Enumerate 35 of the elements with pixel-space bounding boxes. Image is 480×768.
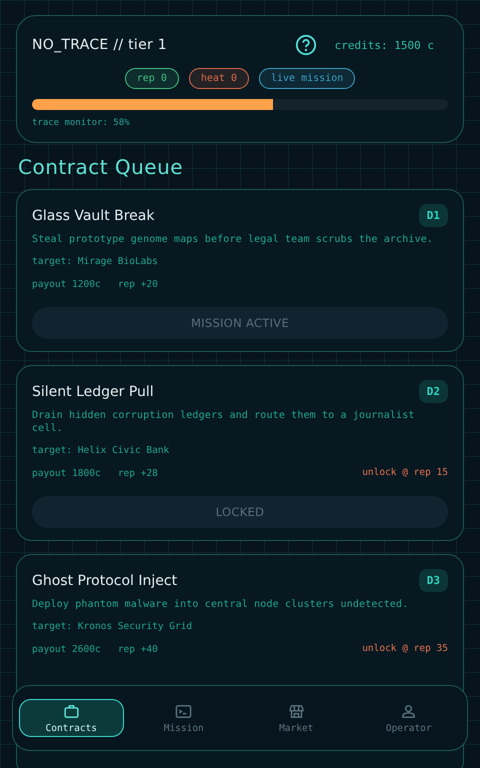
difficulty-tag: D3 [418,569,448,592]
credits-readout: credits: 1500 c [334,38,434,52]
status-chip: heat 0 [188,68,249,89]
status-chip: live mission [258,68,356,89]
contract-reward: payout 1200c rep +20 [32,278,158,291]
contract-target: target: Mirage BioLabs [32,255,159,268]
contract-target: target: Kronos Security Grid [32,620,194,633]
nav-tab[interactable]: Market [244,699,348,737]
unlock-requirement: unlock @ rep 35 [362,643,448,656]
contract-button[interactable]: LOCKED [32,496,448,528]
nav-tab[interactable]: Contracts [19,699,124,737]
difficulty-tag: D2 [418,380,448,403]
trace-label: trace monitor: 58% [32,118,131,128]
help-icon[interactable] [294,34,317,56]
briefcase-icon [62,702,80,720]
contract-title: Ghost Protocol Inject [32,572,178,588]
unlock-requirement: unlock @ rep 15 [362,467,448,480]
store-icon [288,702,305,720]
contract-reward: payout 1800c rep +28 [32,467,158,480]
contract-reward: payout 2600c rep +40 [32,643,158,656]
contract-target: target: Helix Civic Bank [32,444,170,457]
status-chip: rep 0 [124,68,179,89]
contract-title: Silent Ledger Pull [32,384,154,400]
contract-description: Steal prototype genome maps before legal team scrubs the archive. [32,233,434,246]
difficulty-tag: D1 [418,204,448,227]
section-title: Contract Queue [18,155,184,179]
person-icon [400,702,418,720]
contract-button[interactable]: MISSION ACTIVE [32,307,448,339]
contract-description: Deploy phantom malware into central node clusters undetected. [32,598,410,611]
operator-handle: NO_TRACE // tier 1 [32,37,168,53]
nav-tab[interactable]: Mission [132,699,236,737]
contract-description: Drain hidden corruption ledgers and route them to a journalist cell. [32,409,416,435]
nav-tab[interactable]: Operator [356,699,461,737]
contract-title: Glass Vault Break [32,208,154,224]
terminal-icon [175,702,192,720]
